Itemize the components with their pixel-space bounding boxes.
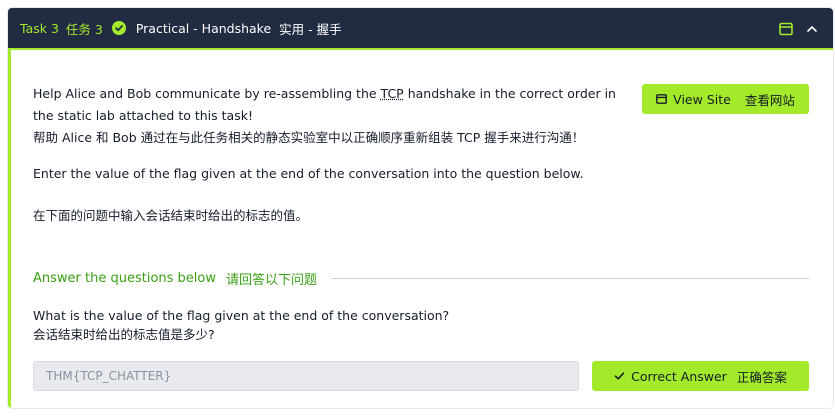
description-text: Help Alice and Bob communicate by re-ass…	[33, 86, 381, 101]
question-text-zh: 会话结束时给出的标志值是多少?	[33, 327, 215, 342]
chevron-up-icon[interactable]	[805, 21, 819, 35]
browser-window-icon	[656, 92, 668, 107]
answers-section-heading: Answer the questions below 请回答以下问题	[33, 268, 809, 288]
checkmark-icon	[614, 369, 625, 384]
task-description: Help Alice and Bob communicate by re-ass…	[33, 83, 633, 227]
section-divider	[331, 277, 809, 279]
task-header[interactable]: Task 3 任务 3 Practical - Handshake 实用 - 握…	[8, 8, 833, 50]
task-number-zh: 任务 3	[65, 21, 103, 37]
answers-heading-text: Answer the questions below	[33, 270, 216, 286]
task-card: Task 3 任务 3 Practical - Handshake 实用 - 握…	[8, 8, 833, 408]
task-body: Help Alice and Bob communicate by re-ass…	[8, 50, 833, 408]
view-window-icon[interactable]	[779, 21, 793, 36]
correct-answer-label-zh: 正确答案	[736, 369, 787, 385]
instruction-paragraph: Enter the value of the flag given at the…	[33, 166, 584, 181]
tcp-abbreviation: TCP	[380, 86, 404, 101]
task-header-actions	[767, 8, 819, 48]
task-title-zh: 实用 - 握手	[279, 21, 342, 37]
task-header-left: Task 3 任务 3 Practical - Handshake 实用 - 握…	[20, 8, 342, 48]
task-title: Practical - Handshake	[135, 20, 272, 36]
instruction-paragraph-zh: 在下面的问题中输入会话结束时给出的标志的值。	[33, 208, 309, 223]
check-circle-icon	[111, 21, 126, 35]
correct-answer-label: Correct Answer	[631, 368, 727, 384]
answers-heading-text-zh: 请回答以下问题	[226, 272, 318, 288]
description-paragraph: Help Alice and Bob communicate by re-ass…	[33, 83, 633, 127]
view-site-button[interactable]: View Site 查看网站	[642, 84, 809, 114]
view-site-label: View Site	[673, 91, 731, 107]
question-block: What is the value of the flag given at t…	[33, 306, 449, 344]
answer-input[interactable]	[33, 361, 579, 391]
task-number: Task 3	[20, 20, 59, 36]
correct-answer-button[interactable]: Correct Answer 正确答案	[592, 361, 809, 391]
description-paragraph-zh: 帮助 Alice 和 Bob 通过在与此任务相关的静态实验室中以正确顺序重新组装…	[33, 130, 585, 145]
question-text: What is the value of the flag given at t…	[33, 308, 450, 323]
view-site-label-zh: 查看网站	[744, 92, 795, 108]
